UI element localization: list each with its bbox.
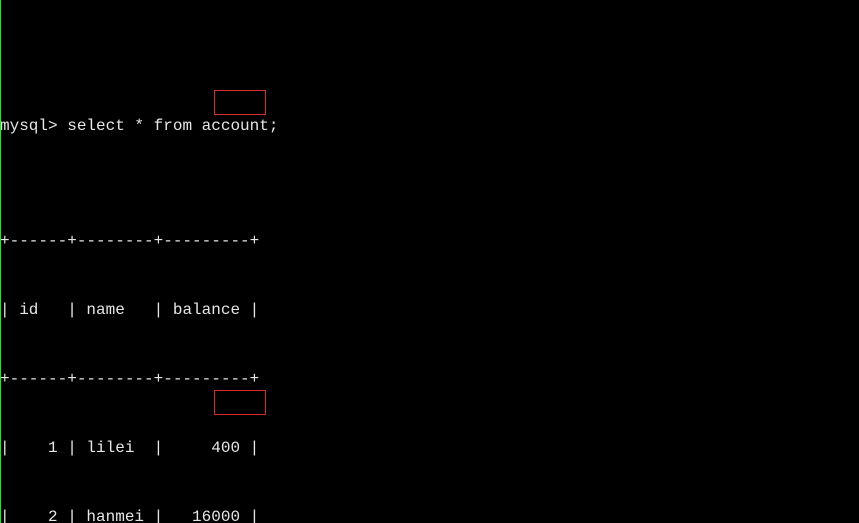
col-balance: balance xyxy=(173,299,240,322)
table-row: | 2 | hanmei | 16000 | xyxy=(0,506,859,523)
left-accent xyxy=(0,0,1,523)
mysql-terminal[interactable]: mysql> select * from account; +------+--… xyxy=(0,0,859,523)
cell-balance: 400 xyxy=(173,437,240,460)
divider: +------+--------+---------+ xyxy=(0,230,859,253)
divider: +------+--------+---------+ xyxy=(0,368,859,391)
prompt-line-1: mysql> select * from account; xyxy=(0,115,859,138)
cell-id: 2 xyxy=(19,506,57,523)
col-id: id xyxy=(19,299,57,322)
prompt-1: mysql> xyxy=(0,117,58,135)
table-row: | 1 | lilei | 400 | xyxy=(0,437,859,460)
stmt-select-1: select * from account; xyxy=(67,117,278,135)
table-header: | id | name | balance | xyxy=(0,299,859,322)
highlight-box xyxy=(214,390,266,415)
cell-name: hanmei xyxy=(86,506,144,523)
cell-balance: 16000 xyxy=(173,506,240,523)
col-name: name xyxy=(86,299,144,322)
cell-name: lilei xyxy=(86,437,144,460)
highlight-box xyxy=(214,90,266,115)
cell-id: 1 xyxy=(19,437,57,460)
